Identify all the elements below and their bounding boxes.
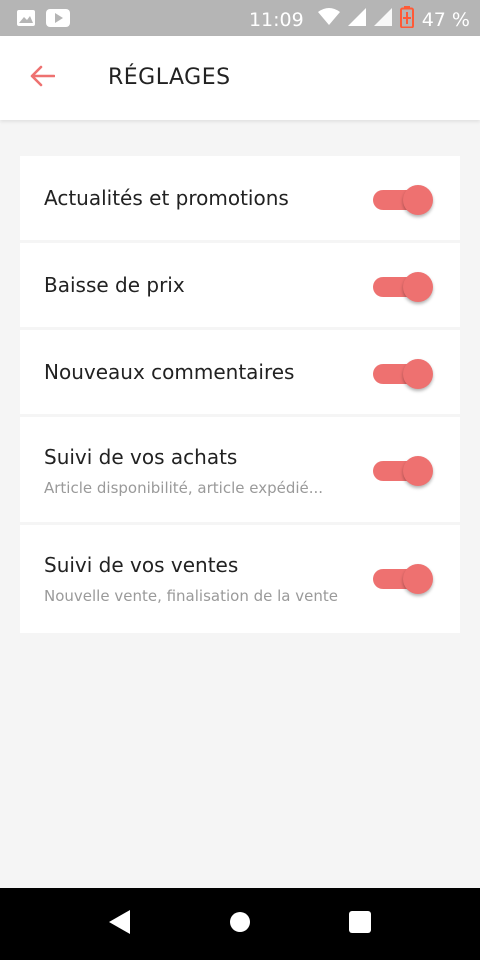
status-bar: 11:09 47 % xyxy=(0,0,480,36)
status-right: 11:09 47 % xyxy=(249,6,470,33)
arrow-left-icon xyxy=(29,65,56,91)
nav-back-button[interactable] xyxy=(106,910,134,938)
setting-subtitle: Nouvelle vente, finalisation de la vente xyxy=(44,587,338,605)
wifi-icon xyxy=(317,8,340,31)
notification-toggle[interactable] xyxy=(373,358,433,389)
setting-title: Baisse de prix xyxy=(44,273,185,297)
setting-row-commentaires[interactable]: Nouveaux commentaires xyxy=(20,330,460,417)
setting-title: Suivi de vos achats xyxy=(44,445,238,469)
notification-toggle[interactable] xyxy=(373,455,433,486)
setting-title: Actualités et promotions xyxy=(44,186,289,210)
setting-row-actualites[interactable]: Actualités et promotions xyxy=(20,156,460,243)
settings-card: Actualités et promotions Baisse de prix … xyxy=(20,156,460,633)
battery-charging-icon xyxy=(399,6,414,33)
image-icon xyxy=(16,9,36,31)
toggle-thumb xyxy=(403,456,433,486)
app-header: RÉGLAGES xyxy=(0,36,480,120)
toggle-thumb xyxy=(403,185,433,215)
setting-subtitle: Article disponibilité, article expédié..… xyxy=(44,479,324,497)
youtube-icon xyxy=(46,9,70,31)
notification-toggle[interactable] xyxy=(373,271,433,302)
notification-toggle[interactable] xyxy=(373,563,433,594)
back-button[interactable] xyxy=(24,60,60,96)
nav-home-button[interactable] xyxy=(226,910,254,938)
battery-percent: 47 % xyxy=(421,8,470,31)
status-time: 11:09 xyxy=(248,8,304,31)
toggle-thumb xyxy=(403,272,433,302)
navigation-bar xyxy=(0,888,480,960)
setting-row-ventes[interactable]: Suivi de vos ventes Nouvelle vente, fina… xyxy=(20,525,460,633)
page-title: RÉGLAGES xyxy=(108,65,231,90)
status-left xyxy=(16,9,70,31)
notification-toggle[interactable] xyxy=(373,184,433,215)
home-circle-icon xyxy=(229,911,251,937)
back-triangle-icon xyxy=(108,909,132,939)
toggle-thumb xyxy=(403,564,433,594)
signal-icon xyxy=(347,8,366,31)
recents-square-icon xyxy=(348,910,372,938)
signal-icon xyxy=(373,8,392,31)
nav-recents-button[interactable] xyxy=(346,910,374,938)
setting-title: Suivi de vos ventes xyxy=(44,553,239,577)
setting-row-achats[interactable]: Suivi de vos achats Article disponibilit… xyxy=(20,417,460,525)
setting-row-baisse-prix[interactable]: Baisse de prix xyxy=(20,243,460,330)
toggle-thumb xyxy=(403,359,433,389)
setting-title: Nouveaux commentaires xyxy=(44,360,295,384)
